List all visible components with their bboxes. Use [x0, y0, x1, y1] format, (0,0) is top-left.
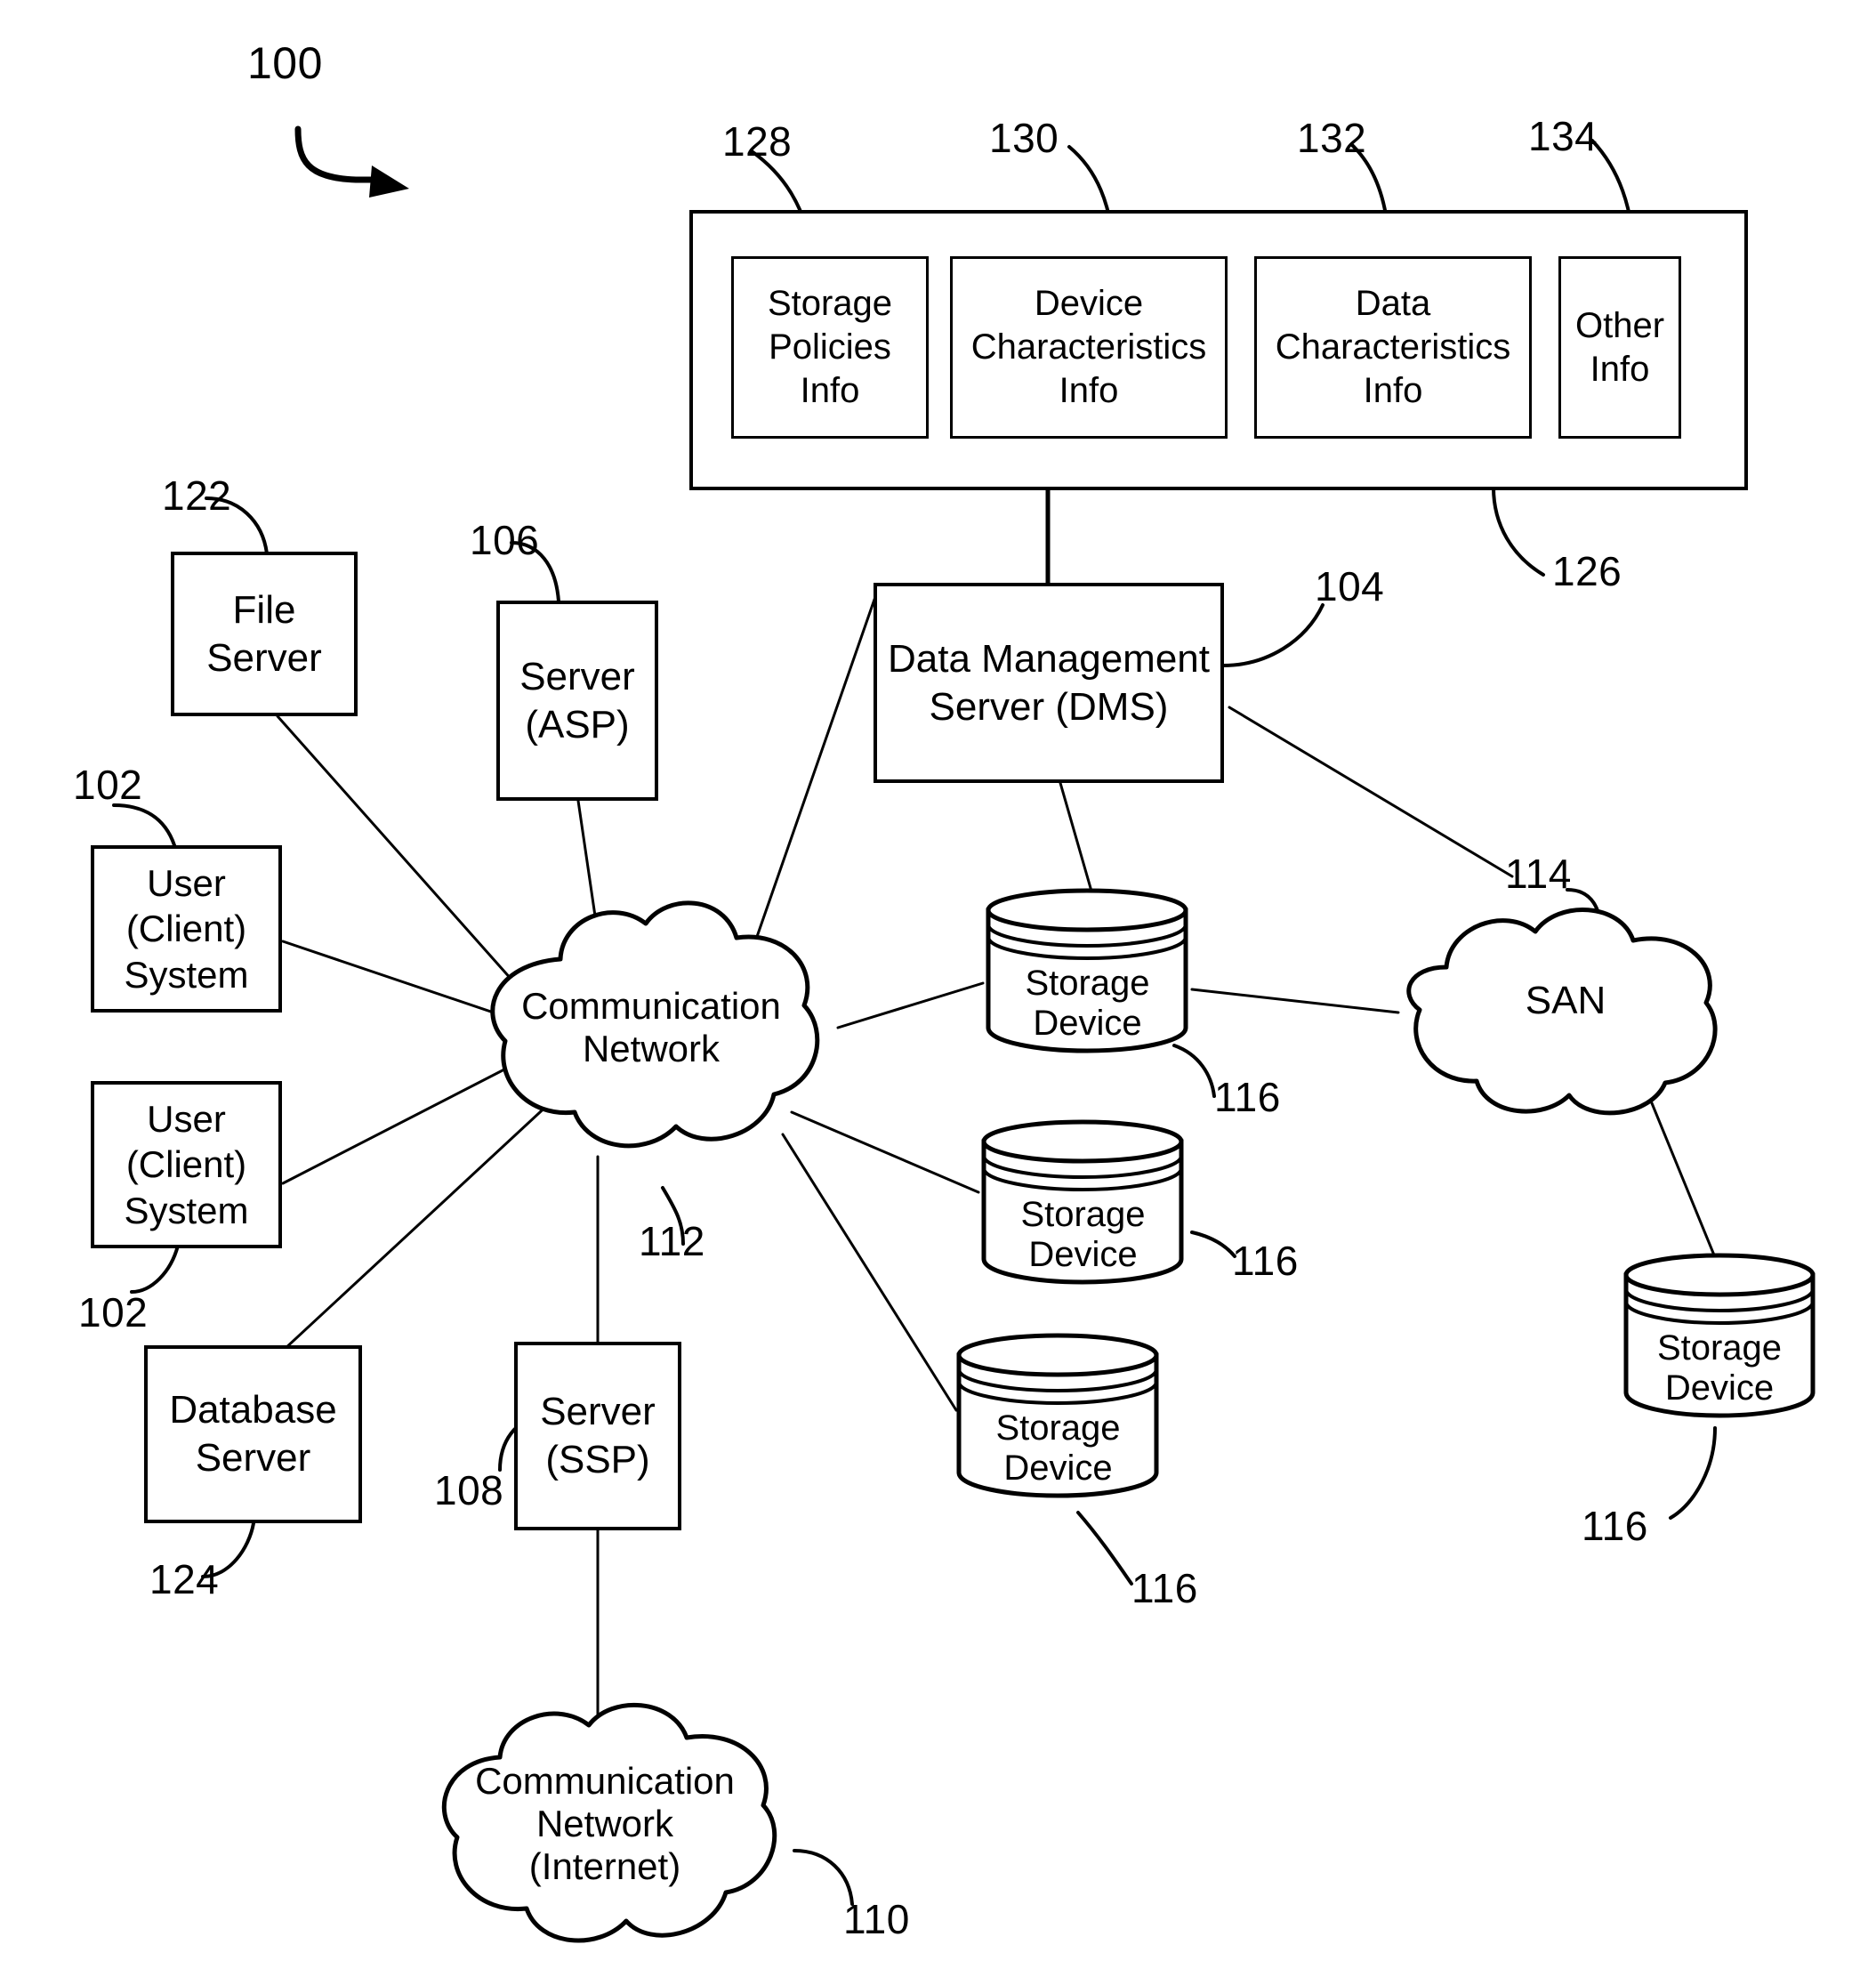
ref-116-2: 116 [1232, 1238, 1299, 1284]
data-characteristics-info-box[interactable]: Data Characteristics Info [1254, 256, 1532, 439]
storage-policies-info-line-3: Info [800, 370, 860, 410]
user-client-2-label-line-1: User [147, 1098, 226, 1141]
ref-124: 124 [149, 1556, 220, 1602]
dms-label-line-2: Server (DMS) [929, 684, 1169, 729]
file-server-box[interactable]: File Server [171, 552, 358, 716]
user-client-1-label-line-1: User [147, 862, 226, 905]
ref-102-lower: 102 [78, 1289, 149, 1335]
storage-device-cylinder-2[interactable]: Storage Device [978, 1117, 1188, 1286]
ref-128: 128 [722, 118, 793, 165]
device-characteristics-info-line-3: Info [1059, 370, 1119, 410]
server-asp-label-line-2: (ASP) [525, 702, 630, 746]
file-server-label-line-1: File [232, 587, 296, 632]
storage-policies-info-line-1: Storage [767, 284, 893, 324]
storage-policies-info-line-2: Policies [769, 327, 891, 367]
storage-policies-info-box[interactable]: Storage Policies Info [731, 256, 929, 439]
internet-cloud[interactable]: Communication Network (Internet) [400, 1695, 809, 1953]
data-characteristics-info-line-1: Data [1355, 284, 1431, 324]
device-characteristics-info-line-1: Device [1034, 284, 1144, 324]
user-client-system-box-1[interactable]: User (Client) System [91, 845, 282, 1013]
device-characteristics-info-line-2: Characteristics [970, 327, 1207, 367]
storage-device-cylinder-3[interactable]: Storage Device [954, 1330, 1163, 1499]
database-server-label-line-2: Server [195, 1436, 311, 1480]
communication-network-cloud[interactable]: Communication Network [455, 890, 847, 1166]
ref-114: 114 [1505, 851, 1572, 897]
database-server-box[interactable]: Database Server [144, 1345, 362, 1523]
ref-126: 126 [1552, 548, 1622, 594]
data-management-server-box[interactable]: Data Management Server (DMS) [874, 583, 1224, 783]
ref-104: 104 [1315, 563, 1385, 609]
database-server-label-line-1: Database [169, 1388, 337, 1432]
user-client-system-box-2[interactable]: User (Client) System [91, 1081, 282, 1248]
ref-112: 112 [639, 1218, 705, 1264]
ref-106: 106 [470, 517, 540, 563]
ref-110: 110 [843, 1896, 910, 1942]
ref-130: 130 [989, 115, 1059, 161]
dms-label-line-1: Data Management [888, 636, 1210, 681]
ref-134: 134 [1528, 113, 1598, 159]
data-characteristics-info-line-3: Info [1363, 370, 1423, 410]
server-ssp-box[interactable]: Server (SSP) [514, 1342, 681, 1530]
ref-108: 108 [434, 1467, 504, 1513]
ref-116-1: 116 [1214, 1074, 1281, 1120]
other-info-box[interactable]: Other Info [1558, 256, 1681, 439]
server-ssp-label-line-1: Server [540, 1390, 656, 1434]
ref-116-4: 116 [1582, 1503, 1648, 1549]
figure-number-100: 100 [247, 38, 323, 88]
storage-device-cylinder-4[interactable]: Storage Device [1621, 1250, 1818, 1419]
file-server-label-line-2: Server [206, 635, 322, 680]
ref-116-3: 116 [1131, 1565, 1198, 1611]
san-cloud[interactable]: SAN [1388, 894, 1743, 1116]
other-info-line-1: Other [1574, 305, 1665, 345]
storage-device-cylinder-1[interactable]: Storage Device [983, 885, 1192, 1054]
user-client-1-label-line-3: System [124, 953, 249, 996]
data-characteristics-info-line-2: Characteristics [1275, 327, 1511, 367]
other-info-line-2: Info [1590, 349, 1650, 389]
user-client-2-label-line-3: System [124, 1189, 249, 1231]
patent-figure-100: 100 128 130 132 134 126 Storage Policies… [0, 0, 1876, 1985]
server-asp-label-line-1: Server [519, 654, 635, 698]
device-characteristics-info-box[interactable]: Device Characteristics Info [950, 256, 1228, 439]
ref-122: 122 [162, 472, 232, 519]
user-client-2-label-line-2: (Client) [125, 1143, 247, 1186]
server-asp-box[interactable]: Server (ASP) [496, 601, 658, 801]
ref-132: 132 [1297, 115, 1367, 161]
ref-102-upper: 102 [73, 762, 143, 808]
server-ssp-label-line-2: (SSP) [545, 1438, 650, 1481]
user-client-1-label-line-2: (Client) [125, 908, 247, 950]
